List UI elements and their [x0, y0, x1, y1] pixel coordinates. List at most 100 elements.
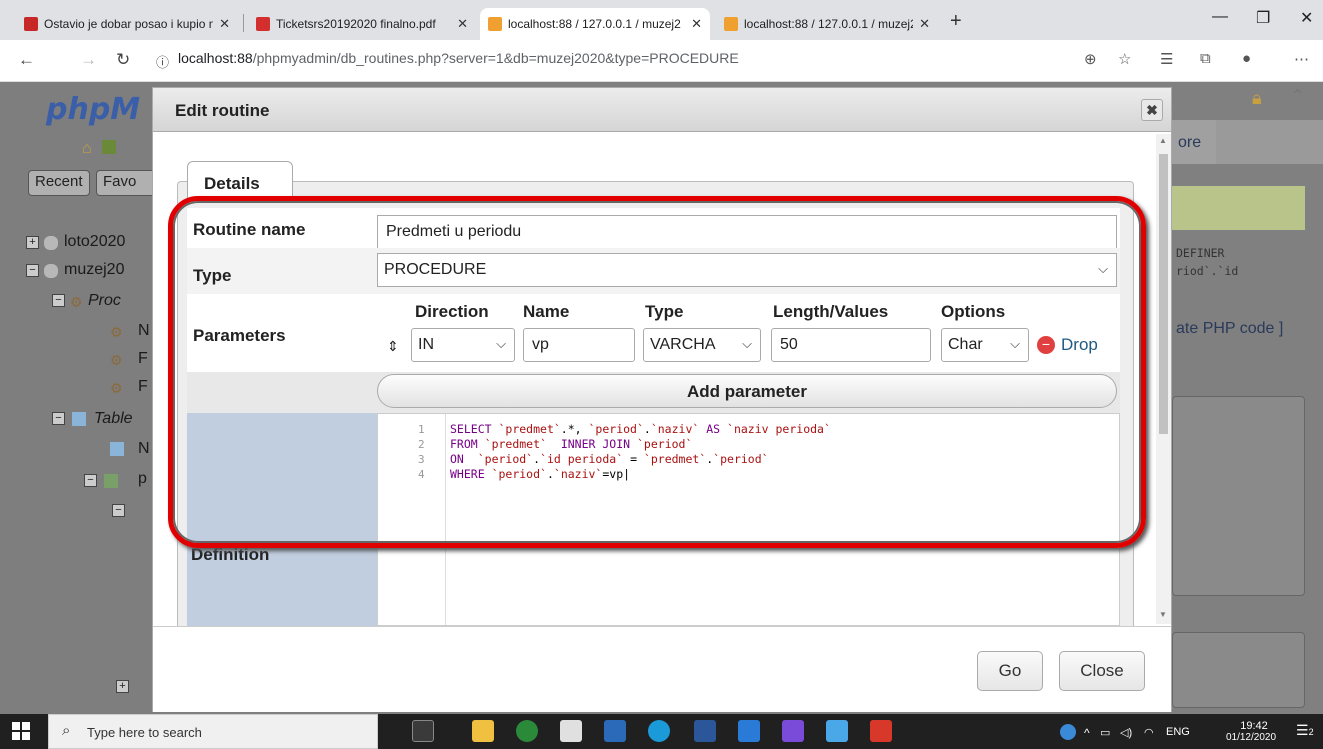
go-button[interactable]: Go: [977, 651, 1043, 691]
highlight-annotation: [168, 196, 1146, 548]
database-icon: [44, 236, 58, 250]
close-tab-icon[interactable]: ✕: [219, 16, 230, 32]
dialog-close-icon[interactable]: ✖: [1141, 99, 1163, 121]
reload-icon[interactable]: ↻: [116, 50, 130, 70]
dialog-footer: Go Close: [153, 626, 1171, 712]
tree-item-procedure[interactable]: F: [138, 350, 148, 368]
visual-studio-icon[interactable]: [782, 720, 804, 742]
language-indicator[interactable]: ENG: [1166, 726, 1190, 738]
volume-icon[interactable]: ◁): [1120, 726, 1132, 739]
edge-icon[interactable]: [648, 720, 670, 742]
browser-tab[interactable]: Ticketsrs20192020 finalno.pdf ✕: [248, 8, 476, 40]
scrollbar-thumb[interactable]: [1159, 154, 1168, 434]
collapse-icon[interactable]: −: [84, 474, 97, 487]
phpmyadmin-logo: phpM: [46, 92, 141, 127]
tables-icon: [72, 412, 86, 426]
scroll-up-icon[interactable]: ▲: [1159, 136, 1167, 145]
tree-item-procedure[interactable]: N: [138, 322, 150, 340]
close-tab-icon[interactable]: ✕: [691, 16, 702, 32]
star-icon[interactable]: ☆: [1118, 50, 1131, 68]
create-php-code-link[interactable]: ate PHP code ]: [1176, 320, 1283, 338]
procedure-icon: ⚙: [110, 380, 123, 396]
site-favicon-icon: [24, 17, 38, 31]
tab-more[interactable]: ore: [1172, 120, 1216, 164]
restore-icon[interactable]: ❐: [1256, 8, 1270, 28]
word-icon[interactable]: [694, 720, 716, 742]
browser-tab-strip: Ostavio je dobar posao i kupio n ✕ Ticke…: [0, 0, 1323, 40]
new-tab-plus-icon[interactable]: +: [950, 10, 962, 33]
close-tab-icon[interactable]: ✕: [457, 16, 468, 32]
collapse-icon[interactable]: −: [26, 264, 39, 277]
help-icon[interactable]: [1060, 724, 1076, 740]
collapse-icon[interactable]: −: [52, 412, 65, 425]
search-placeholder: Type here to search: [87, 725, 202, 740]
chrome-icon[interactable]: [516, 720, 538, 742]
browser-tab[interactable]: localhost:88 / 127.0.0.1 / muzej2 ✕: [716, 8, 938, 40]
more-menu-icon[interactable]: ⋯: [1294, 50, 1309, 68]
battery-icon[interactable]: ▭: [1100, 726, 1110, 739]
tree-item-loto2020[interactable]: loto2020: [64, 233, 125, 251]
procedure-icon: ⚙: [110, 352, 123, 368]
profile-avatar-icon[interactable]: ●: [1242, 50, 1251, 67]
new-table-icon: [110, 442, 124, 456]
tree-item-new[interactable]: N: [138, 440, 150, 458]
close-tab-icon[interactable]: ✕: [919, 16, 930, 32]
home-icon[interactable]: ⌂: [82, 140, 92, 158]
dialog-scrollbar[interactable]: ▲ ▼: [1156, 134, 1171, 624]
forward-arrow-icon[interactable]: →: [80, 50, 97, 70]
window-close-icon[interactable]: ✕: [1300, 8, 1313, 28]
zoom-icon[interactable]: ⊕: [1084, 50, 1097, 68]
browser-tab[interactable]: Ostavio je dobar posao i kupio n ✕: [16, 8, 238, 40]
details-legend: Details: [187, 161, 293, 199]
collapse-icon[interactable]: −: [52, 294, 65, 307]
pdf-favicon-icon: [256, 17, 270, 31]
search-icon: ⌕: [62, 722, 71, 739]
url-field[interactable]: localhost:88/phpmyadmin/db_routines.php?…: [178, 50, 739, 66]
scroll-down-icon[interactable]: ▼: [1159, 610, 1167, 619]
tree-item-procedures[interactable]: Proc: [88, 292, 121, 310]
info-icon[interactable]: ⓘ: [156, 52, 169, 71]
task-view-icon[interactable]: [412, 720, 434, 742]
app-icon[interactable]: [826, 720, 848, 742]
tree-item-table[interactable]: p: [138, 470, 147, 488]
file-explorer-icon[interactable]: [472, 720, 494, 742]
tray-chevron-icon[interactable]: ^: [1084, 726, 1090, 740]
tree-item-procedure[interactable]: F: [138, 378, 148, 396]
browser-tab-active[interactable]: localhost:88 / 127.0.0.1 / muzej2 ✕: [480, 8, 710, 40]
store-icon[interactable]: [560, 720, 582, 742]
phpmyadmin-favicon-icon: [724, 17, 738, 31]
notification-count: 2: [1308, 727, 1314, 737]
definition-label: Definition: [191, 545, 270, 564]
bg-code-text: DEFINER: [1176, 246, 1225, 260]
favorites-icon[interactable]: ☰: [1160, 50, 1173, 68]
expand-icon[interactable]: +: [26, 236, 39, 249]
logout-icon[interactable]: [102, 140, 116, 154]
notifications-icon[interactable]: ☰2: [1296, 722, 1314, 739]
collections-icon[interactable]: ⧉: [1200, 50, 1211, 67]
clock[interactable]: 19:42 01/12/2020: [1224, 720, 1284, 743]
back-arrow-icon[interactable]: ←: [18, 50, 35, 70]
expand-icon[interactable]: +: [116, 680, 129, 693]
vscode-icon[interactable]: [604, 720, 626, 742]
close-button[interactable]: Close: [1059, 651, 1145, 691]
windows-start-icon[interactable]: [12, 722, 30, 740]
favorites-button[interactable]: Favo: [96, 170, 156, 196]
collapse-up-icon[interactable]: ⌃: [1290, 86, 1305, 107]
phpmyadmin-favicon-icon: [488, 17, 502, 31]
clock-date: 01/12/2020: [1225, 732, 1277, 743]
dialog-title: Edit routine: [175, 101, 270, 120]
procedure-icon: ⚙: [110, 324, 123, 340]
mail-icon[interactable]: [738, 720, 760, 742]
collapse-icon[interactable]: −: [112, 504, 125, 517]
taskbar-search[interactable]: Type here to search: [48, 714, 378, 749]
recent-button[interactable]: Recent: [28, 170, 90, 196]
tree-item-muzej2020[interactable]: muzej20: [64, 261, 124, 279]
pdf-app-icon[interactable]: [870, 720, 892, 742]
network-icon[interactable]: ◠: [1144, 726, 1154, 739]
minimize-icon[interactable]: —: [1212, 8, 1228, 26]
bg-code-text: riod`.`id: [1176, 264, 1239, 278]
procedures-icon: ⚙: [70, 294, 83, 310]
tree-item-tables[interactable]: Table: [94, 410, 133, 428]
database-icon: [44, 264, 58, 278]
dialog-titlebar[interactable]: Edit routine ✖: [153, 88, 1171, 132]
